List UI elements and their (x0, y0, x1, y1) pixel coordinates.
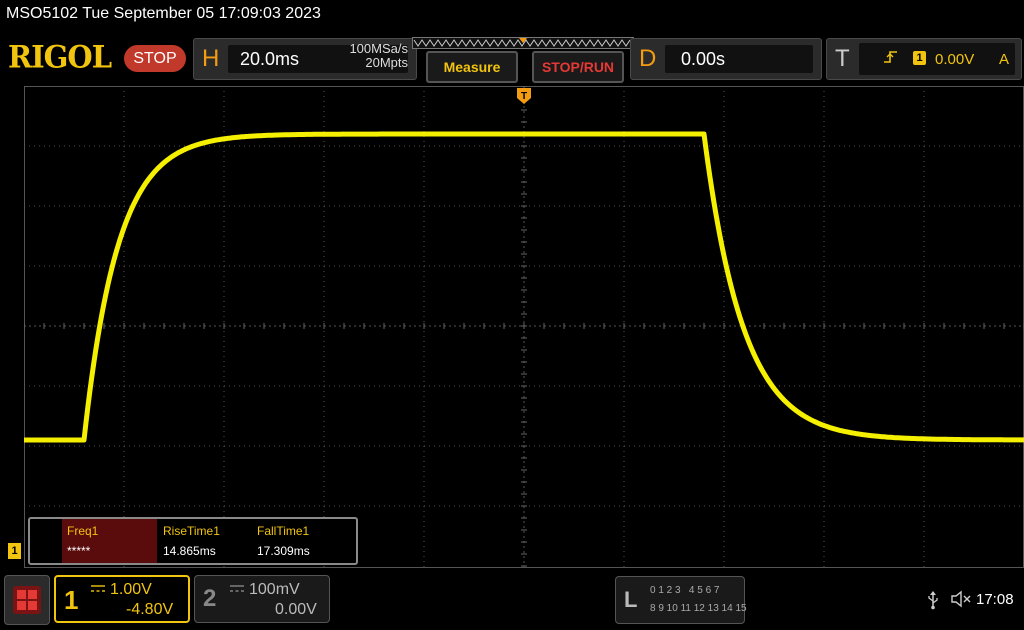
fall-time-value: 17.309ms (257, 544, 310, 558)
trigger-source-badge: 1 (913, 51, 926, 65)
delay-letter: D (639, 45, 657, 72)
model-datetime: MSO5102 Tue September 05 17:09:03 2023 (6, 5, 321, 22)
rise-time-label: RiseTime1 (163, 524, 220, 538)
horizontal-panel[interactable]: H 20.0ms 100MSa/s 20Mpts (193, 38, 417, 80)
channel2-number: 2 (203, 585, 217, 612)
delay-panel[interactable]: D 0.00s (630, 38, 822, 80)
acquisition-info: 100MSa/s 20Mpts (324, 42, 408, 70)
usb-icon (928, 591, 938, 610)
freq-label: Freq1 (67, 524, 99, 538)
trigger-mode: A (999, 51, 1010, 68)
waveform-display[interactable]: T (24, 86, 1024, 568)
trigger-panel[interactable]: T 1 0.00V A (826, 38, 1022, 80)
freq-value: ***** (67, 544, 91, 558)
measurement-table[interactable]: Freq1 ***** RiseTime1 14.865ms FallTime1… (28, 517, 358, 565)
dc-coupling-icon (91, 585, 105, 592)
channel1-ground-marker[interactable]: 1 (8, 543, 21, 559)
dc-coupling-icon (230, 585, 244, 592)
grid-menu-icon (13, 586, 41, 614)
menu-button[interactable] (4, 575, 50, 625)
horizontal-letter: H (202, 45, 220, 72)
channel1-panel[interactable]: 1 1.00V -4.80V (54, 575, 190, 623)
channel2-panel[interactable]: 2 100mV 0.00V (194, 575, 330, 623)
speaker-muted-icon[interactable] (950, 589, 972, 609)
rigol-logo: RIGOL (8, 39, 112, 75)
timebase-value: 20.0ms (240, 49, 300, 69)
graticule (24, 86, 1024, 568)
rising-edge-icon (884, 51, 897, 63)
logic-channels-row1: 0 1 2 3 4 5 6 7 (650, 585, 720, 596)
trigger-position-marker[interactable]: T (517, 88, 531, 104)
run-state-badge[interactable]: STOP (124, 45, 186, 72)
delay-value: 0.00s (681, 49, 726, 69)
channel1-offset: -4.80V (126, 601, 174, 618)
rise-time-value: 14.865ms (163, 544, 216, 558)
trigger-letter: T (835, 45, 850, 72)
channel1-number: 1 (64, 585, 79, 615)
logic-analyzer-panel[interactable]: L 0 1 2 3 4 5 6 7 8 9 10 11 12 13 14 15 (615, 576, 747, 624)
channel2-offset: 0.00V (275, 601, 317, 618)
channel2-scale: 100mV (249, 581, 300, 598)
logic-channels-row2: 8 9 10 11 12 13 14 15 (650, 603, 747, 614)
trigger-level: 0.00V (935, 51, 975, 68)
memory-depth: 20Mpts (365, 55, 408, 70)
status-clock: 17:08 (976, 591, 1014, 608)
measure-button[interactable]: Measure (426, 51, 518, 83)
sample-rate: 100MSa/s (349, 41, 408, 56)
memory-position-strip (412, 37, 634, 49)
fall-time-label: FallTime1 (257, 524, 310, 538)
channel1-scale: 1.00V (110, 581, 152, 598)
stop-run-button[interactable]: STOP/RUN (532, 51, 624, 83)
trigger-marker-label: T (521, 91, 527, 102)
logic-letter: L (624, 587, 638, 612)
